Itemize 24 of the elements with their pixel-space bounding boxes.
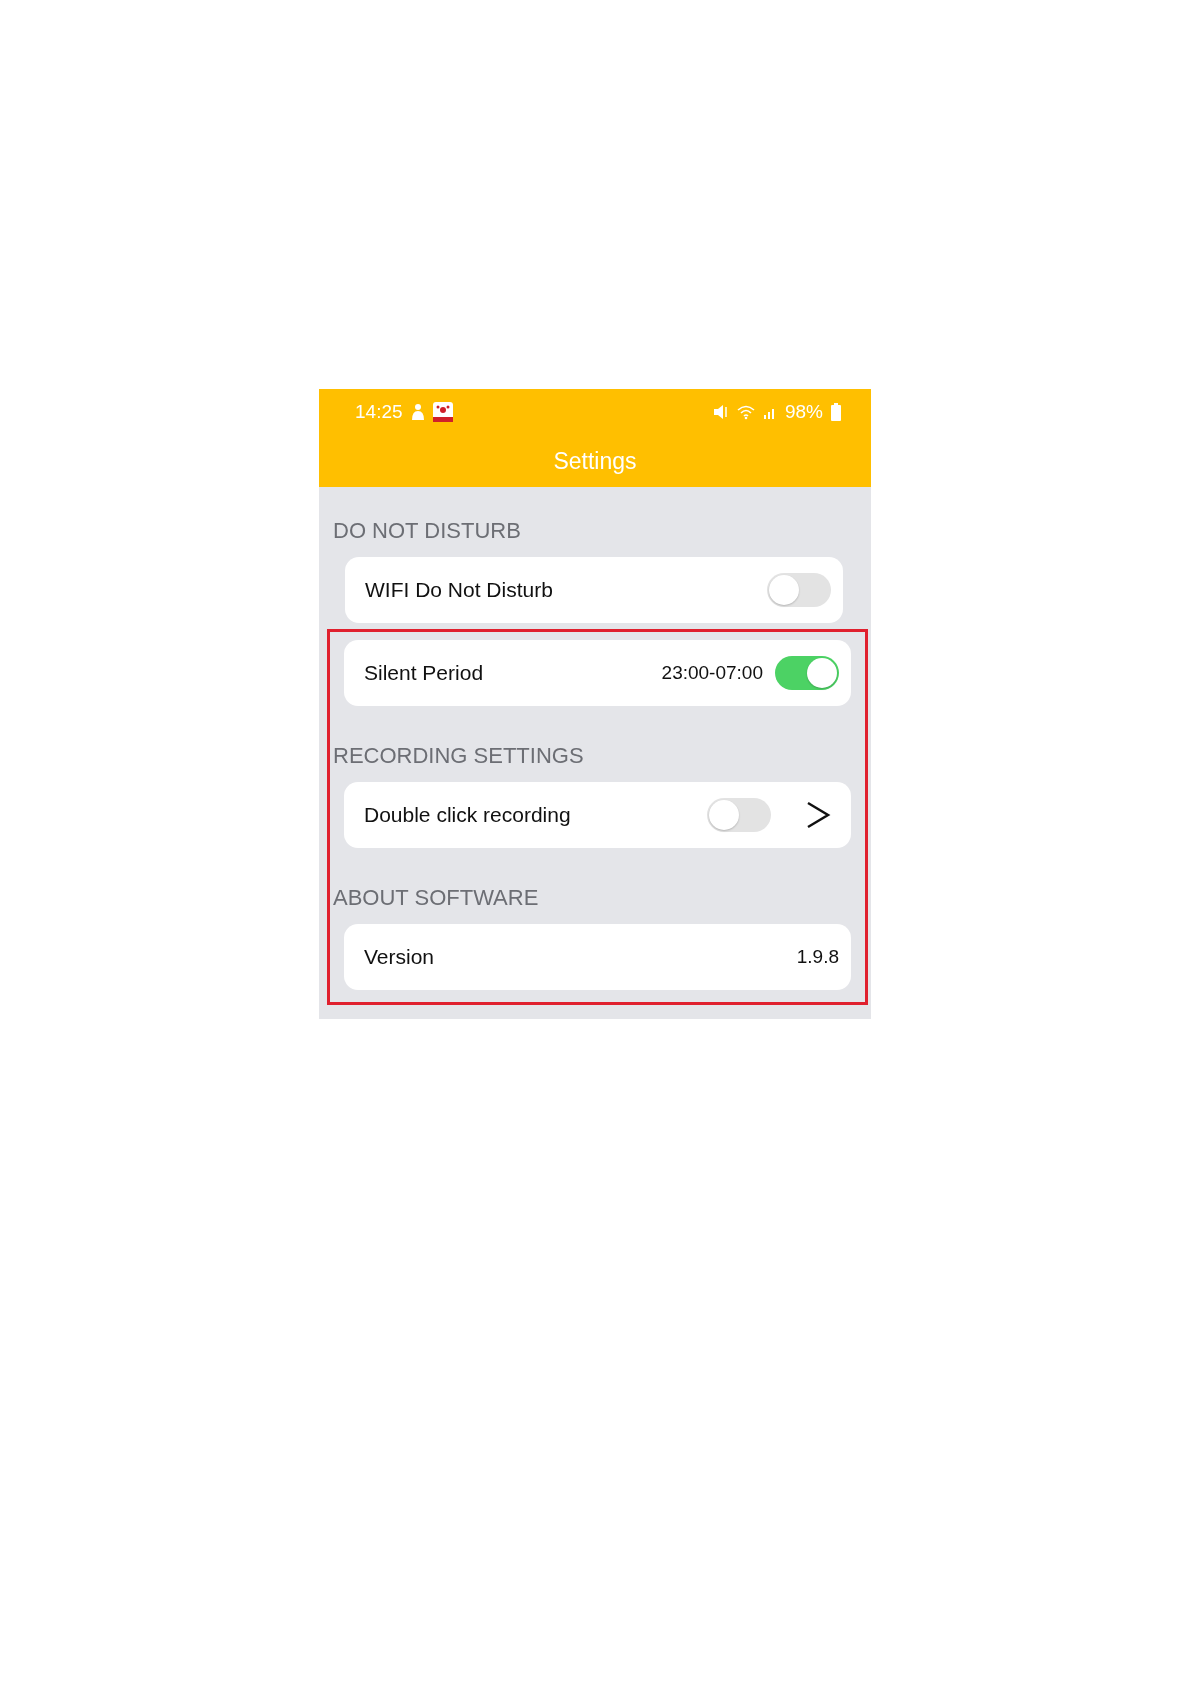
row-label: Silent Period	[364, 661, 485, 685]
wifi-icon	[736, 404, 755, 420]
chevron-right-icon[interactable]	[805, 800, 831, 830]
row-value: 23:00-07:00	[661, 662, 763, 684]
battery-icon	[831, 403, 841, 421]
toggle-switch[interactable]	[767, 573, 831, 607]
section-header: DO NOT DISTURB	[333, 518, 521, 544]
row-label: WIFI Do Not Disturb	[365, 578, 554, 602]
toggle-switch[interactable]	[775, 656, 839, 690]
person-icon	[410, 403, 425, 421]
settings-row[interactable]: WIFI Do Not Disturb	[345, 557, 843, 623]
section-header: RECORDING SETTINGS	[333, 743, 584, 769]
row-label: Double click recording	[364, 803, 572, 827]
section-header: ABOUT SOFTWARE	[333, 885, 539, 911]
battery-percent: 98%	[784, 401, 823, 423]
row-value: 1.9.8	[796, 946, 839, 968]
screen-title: Settings	[553, 447, 637, 475]
settings-row[interactable]: Silent Period 23:00-07:00	[344, 640, 851, 706]
row-label: Version	[364, 945, 436, 969]
status-time: 14:25	[355, 401, 403, 423]
app-icon	[432, 402, 453, 422]
settings-row[interactable]: Version 1.9.8	[344, 924, 851, 990]
settings-row[interactable]: Double click recording	[344, 782, 851, 848]
toggle-switch[interactable]	[707, 798, 771, 832]
